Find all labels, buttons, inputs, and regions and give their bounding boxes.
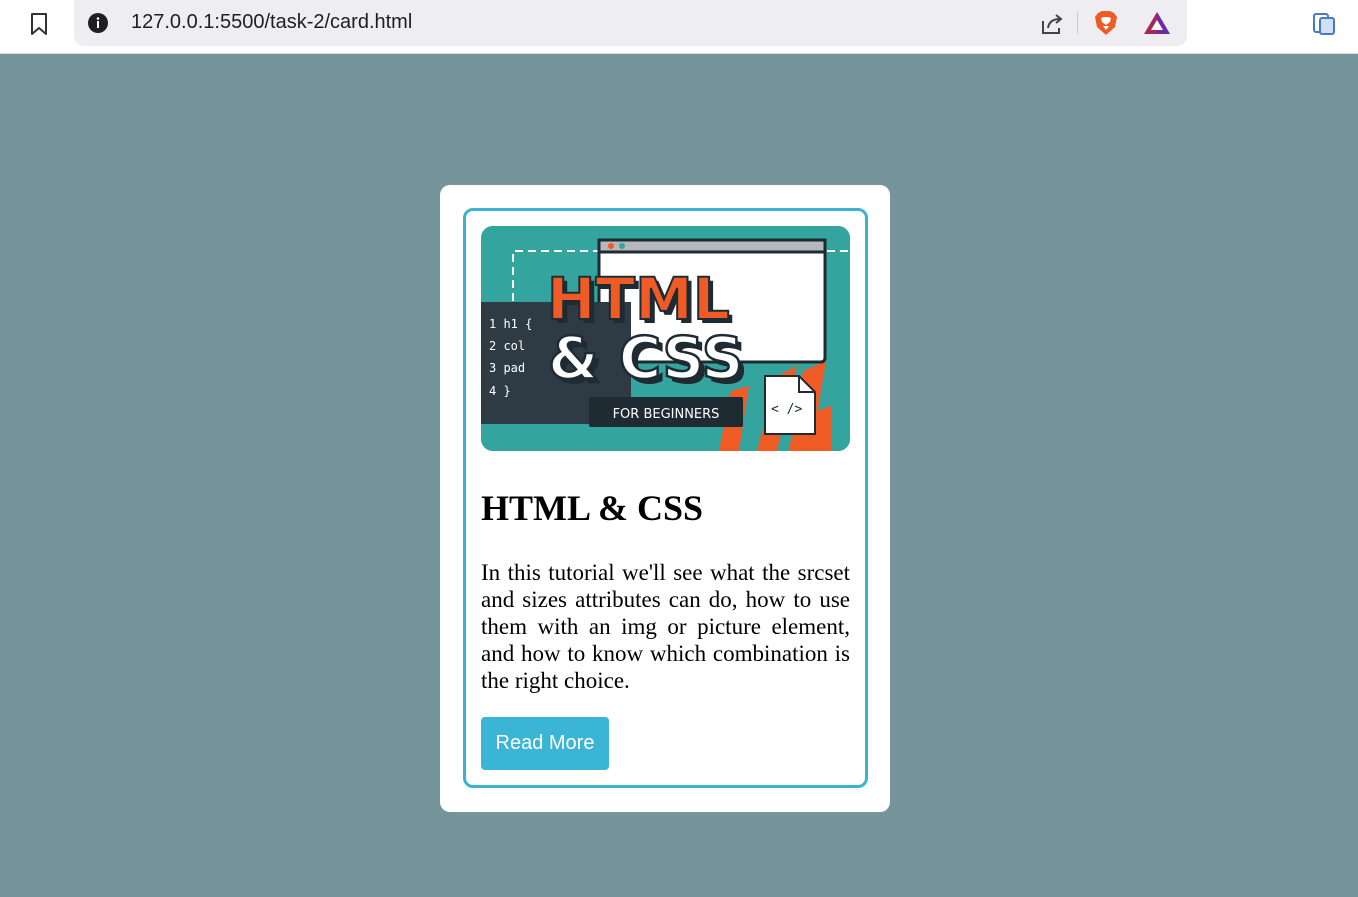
card: 1 h1 { 2 col 3 pad 4 } HTML HTML & CSS &… <box>440 185 890 812</box>
card-thumbnail-image: 1 h1 { 2 col 3 pad 4 } HTML HTML & CSS &… <box>481 226 850 451</box>
toolbar-separator <box>1077 12 1078 34</box>
read-more-button[interactable]: Read More <box>481 717 609 770</box>
code-line-4: 4 } <box>489 384 511 398</box>
card-border-frame: 1 h1 { 2 col 3 pad 4 } HTML HTML & CSS &… <box>463 208 868 788</box>
share-icon[interactable] <box>1039 11 1065 37</box>
browser-toolbar: 127.0.0.1:5500/task-2/card.html <box>0 0 1358 54</box>
card-title: HTML & CSS <box>481 488 704 528</box>
code-line-1: 1 h1 { <box>489 317 532 331</box>
code-tag-icon: < /> <box>771 402 802 417</box>
code-line-3: 3 pad <box>489 361 525 375</box>
bookmark-icon[interactable] <box>29 12 49 36</box>
beginners-badge: FOR BEGINNERS <box>613 407 720 422</box>
illustration-title-html: HTML <box>547 265 730 333</box>
url-text[interactable]: 127.0.0.1:5500/task-2/card.html <box>131 11 412 34</box>
code-line-2: 2 col <box>489 339 525 353</box>
card-description: In this tutorial we'll see what the srcs… <box>481 560 850 693</box>
address-bar[interactable]: 127.0.0.1:5500/task-2/card.html <box>74 0 1187 46</box>
illustration-title-css: & CSS <box>548 324 743 392</box>
html-css-illustration: 1 h1 { 2 col 3 pad 4 } HTML HTML & CSS &… <box>481 226 850 451</box>
wallet-icon[interactable] <box>1310 9 1338 37</box>
info-icon[interactable] <box>88 13 108 33</box>
rewards-icon[interactable] <box>1142 10 1172 36</box>
brave-shield-icon[interactable] <box>1092 9 1120 37</box>
